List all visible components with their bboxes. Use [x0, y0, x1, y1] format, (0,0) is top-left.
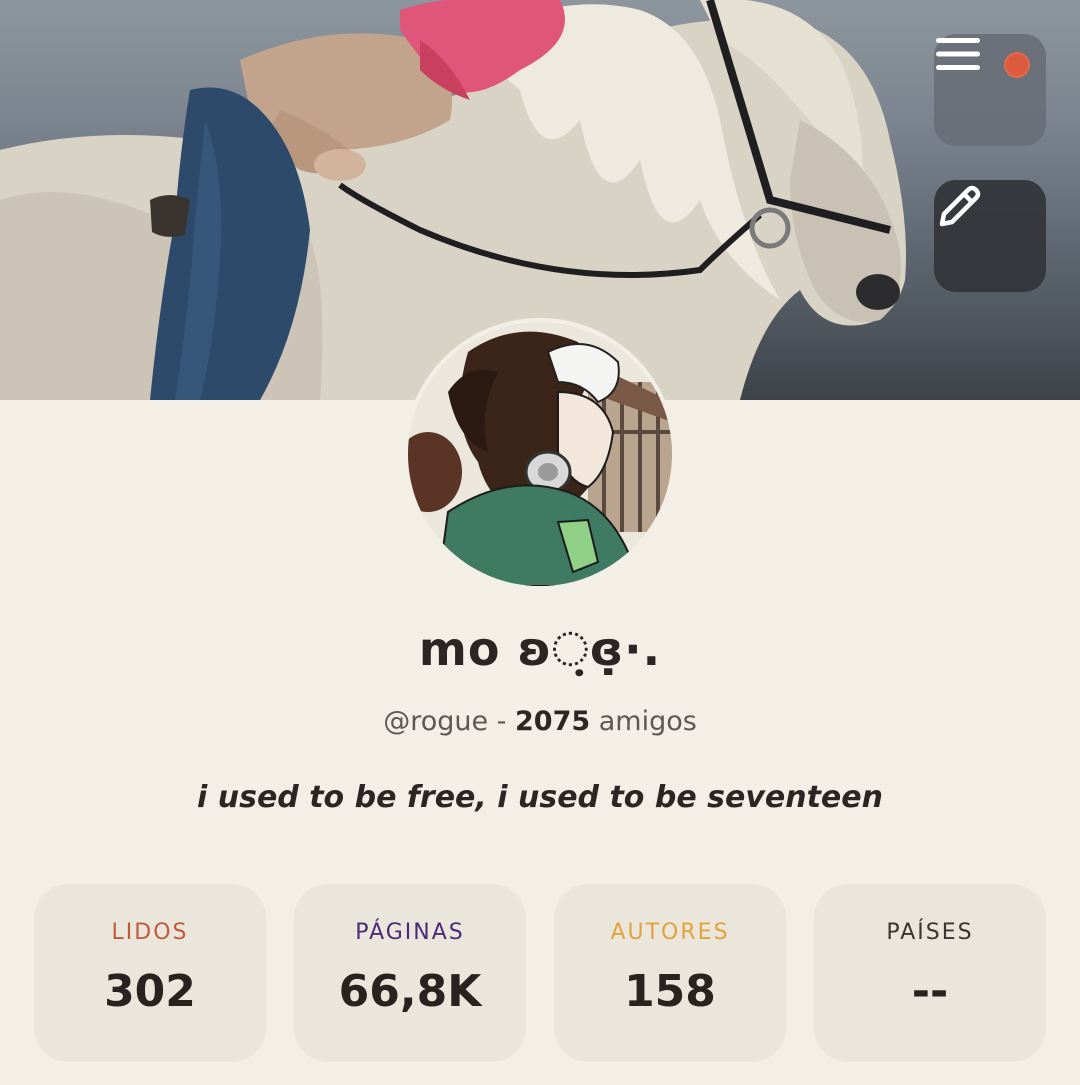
stat-label: PÁGINAS — [355, 920, 465, 945]
display-name: mo ʚ଼ɞ̣̣·. — [418, 622, 662, 676]
stat-value: 158 — [624, 966, 716, 1017]
stat-card-paises[interactable]: PAÍSES -- — [814, 884, 1046, 1062]
stat-value: -- — [911, 966, 949, 1017]
username-handle[interactable]: @rogue — [383, 706, 488, 737]
stat-card-paginas[interactable]: PÁGINAS 66,8K — [294, 884, 526, 1062]
avatar-illustration — [408, 322, 672, 586]
notification-dot — [1004, 52, 1030, 78]
stat-value: 66,8K — [338, 966, 482, 1017]
pencil-icon — [939, 185, 981, 227]
friends-count[interactable]: 2075 — [515, 706, 590, 737]
menu-button[interactable] — [934, 34, 1046, 146]
profile-bio: i used to be free, i used to be seventee… — [197, 780, 883, 815]
hamburger-menu-icon — [936, 38, 980, 70]
stat-label: LIDOS — [111, 920, 189, 945]
stats-row: LIDOS 302 PÁGINAS 66,8K AUTORES 158 PAÍS… — [34, 884, 1046, 1062]
stat-label: AUTORES — [610, 920, 730, 945]
stat-label: PAÍSES — [886, 920, 974, 945]
edit-profile-button[interactable] — [934, 180, 1046, 292]
profile-meta: @rogue - 2075 amigos — [0, 706, 1080, 737]
profile-page: mo ʚ଼ɞ̣̣·. @rogue - 2075 amigos i used t… — [0, 0, 1080, 1085]
friends-label[interactable]: amigos — [590, 706, 697, 737]
meta-separator: - — [488, 706, 515, 737]
stat-card-autores[interactable]: AUTORES 158 — [554, 884, 786, 1062]
avatar[interactable] — [404, 318, 676, 590]
stat-card-lidos[interactable]: LIDOS 302 — [34, 884, 266, 1062]
stat-value: 302 — [104, 966, 196, 1017]
